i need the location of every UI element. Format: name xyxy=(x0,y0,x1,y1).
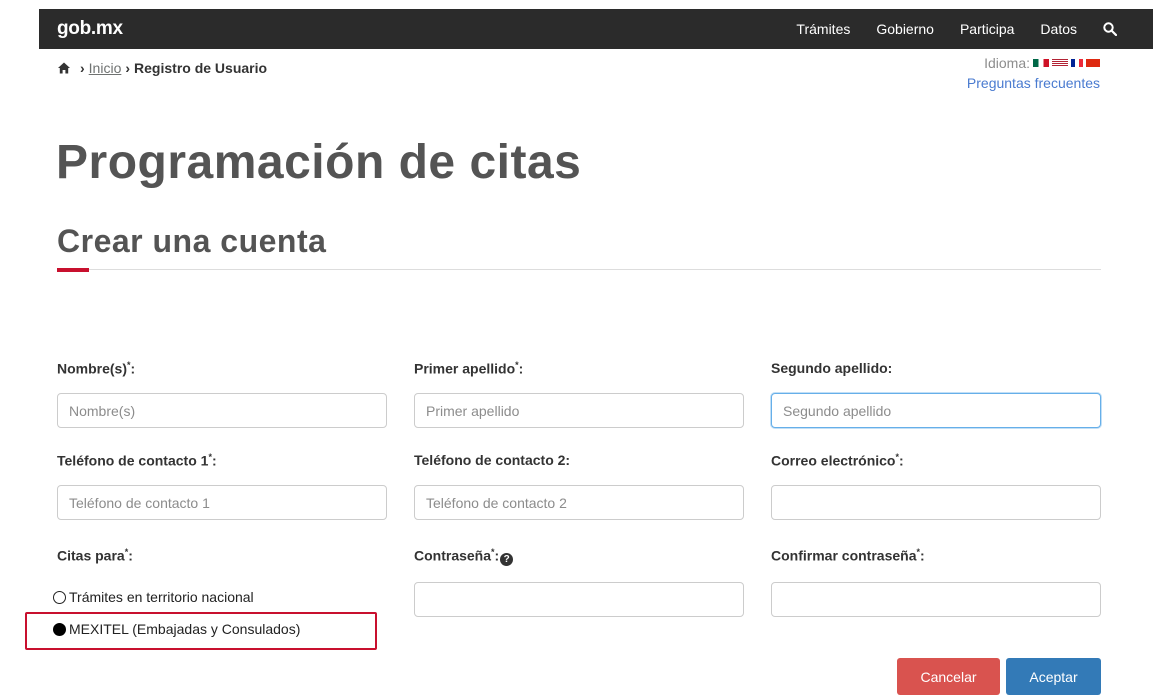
contrasena-label: Contraseña*:? xyxy=(414,547,514,566)
telefono2-label: Teléfono de contacto 2: xyxy=(414,452,571,468)
primer-apellido-input[interactable] xyxy=(414,393,744,428)
breadcrumb-home-link[interactable]: Inicio xyxy=(89,60,122,76)
nav-gobierno[interactable]: Gobierno xyxy=(876,21,934,37)
language-selector: Idioma: xyxy=(984,55,1100,71)
top-navbar: gob.mx Trámites Gobierno Participa Datos xyxy=(39,9,1153,49)
breadcrumb-separator-icon: › xyxy=(80,60,85,76)
primer-apellido-label: Primer apellido*: xyxy=(414,360,523,377)
flag-mexico-icon[interactable] xyxy=(1033,59,1049,67)
faq-link[interactable]: Preguntas frecuentes xyxy=(967,75,1100,91)
correo-input[interactable] xyxy=(771,485,1101,520)
radio-tramites-nacional-label: Trámites en territorio nacional xyxy=(69,589,254,605)
confirmar-label-text: Confirmar contraseña xyxy=(771,547,917,564)
section-divider xyxy=(57,269,1101,270)
telefono1-label-text: Teléfono de contacto 1 xyxy=(57,452,209,469)
flag-usa-icon[interactable] xyxy=(1052,59,1068,67)
language-label: Idioma: xyxy=(984,55,1030,71)
label-colon: : xyxy=(128,547,133,564)
segundo-apellido-label: Segundo apellido: xyxy=(771,360,893,376)
section-divider-accent xyxy=(57,268,89,272)
telefono1-input[interactable] xyxy=(57,485,387,520)
citas-para-label-text: Citas para xyxy=(57,547,125,564)
home-icon[interactable] xyxy=(57,61,71,75)
label-colon: : xyxy=(211,452,217,469)
nav-participa[interactable]: Participa xyxy=(960,21,1014,37)
flag-france-icon[interactable] xyxy=(1071,59,1083,67)
telefono1-label: Teléfono de contacto 1*: xyxy=(57,452,217,469)
nombre-label-text: Nombre(s) xyxy=(57,360,128,377)
section-title: Crear una cuenta xyxy=(57,223,327,259)
logo-main: gob xyxy=(57,18,91,39)
confirmar-contrasena-label: Confirmar contraseña*: xyxy=(771,547,925,564)
breadcrumb-current: Registro de Usuario xyxy=(134,60,268,76)
label-colon: : xyxy=(920,547,925,564)
contrasena-input[interactable] xyxy=(414,582,744,617)
gobmx-logo[interactable]: gob.mx xyxy=(57,18,123,40)
correo-label-text: Correo electrónico xyxy=(771,452,896,469)
logo-suffix: mx xyxy=(95,18,123,39)
cancel-button[interactable]: Cancelar xyxy=(897,658,1000,695)
breadcrumb: › Inicio › Registro de Usuario xyxy=(57,60,267,76)
nombre-label: Nombre(s)*: xyxy=(57,360,135,377)
highlight-annotation-box xyxy=(25,612,377,650)
help-question-icon[interactable]: ? xyxy=(500,552,514,566)
label-colon: : xyxy=(518,360,524,377)
contrasena-label-text: Contraseña xyxy=(414,547,492,564)
primer-apellido-label-text: Primer apellido xyxy=(414,360,516,377)
correo-label: Correo electrónico*: xyxy=(771,452,904,469)
radio-unchecked-icon[interactable] xyxy=(53,590,66,604)
telefono2-input[interactable] xyxy=(414,485,744,520)
nav-tramites[interactable]: Trámites xyxy=(796,21,850,37)
accept-button[interactable]: Aceptar xyxy=(1006,658,1101,695)
main-nav: Trámites Gobierno Participa Datos xyxy=(796,9,1153,49)
nombre-input[interactable] xyxy=(57,393,387,428)
radio-tramites-nacional[interactable]: Trámites en territorio nacional xyxy=(53,589,254,605)
label-colon: : xyxy=(494,547,500,564)
label-colon: : xyxy=(130,360,136,377)
page-title: Programación de citas xyxy=(56,136,582,189)
confirmar-contrasena-input[interactable] xyxy=(771,582,1101,617)
nav-datos[interactable]: Datos xyxy=(1040,21,1077,37)
segundo-apellido-input[interactable] xyxy=(771,393,1101,428)
search-icon[interactable] xyxy=(1103,22,1117,36)
citas-para-label: Citas para*: xyxy=(57,547,133,564)
flag-china-icon[interactable] xyxy=(1086,59,1100,67)
breadcrumb-separator-icon: › xyxy=(125,60,131,76)
label-colon: : xyxy=(899,452,904,469)
